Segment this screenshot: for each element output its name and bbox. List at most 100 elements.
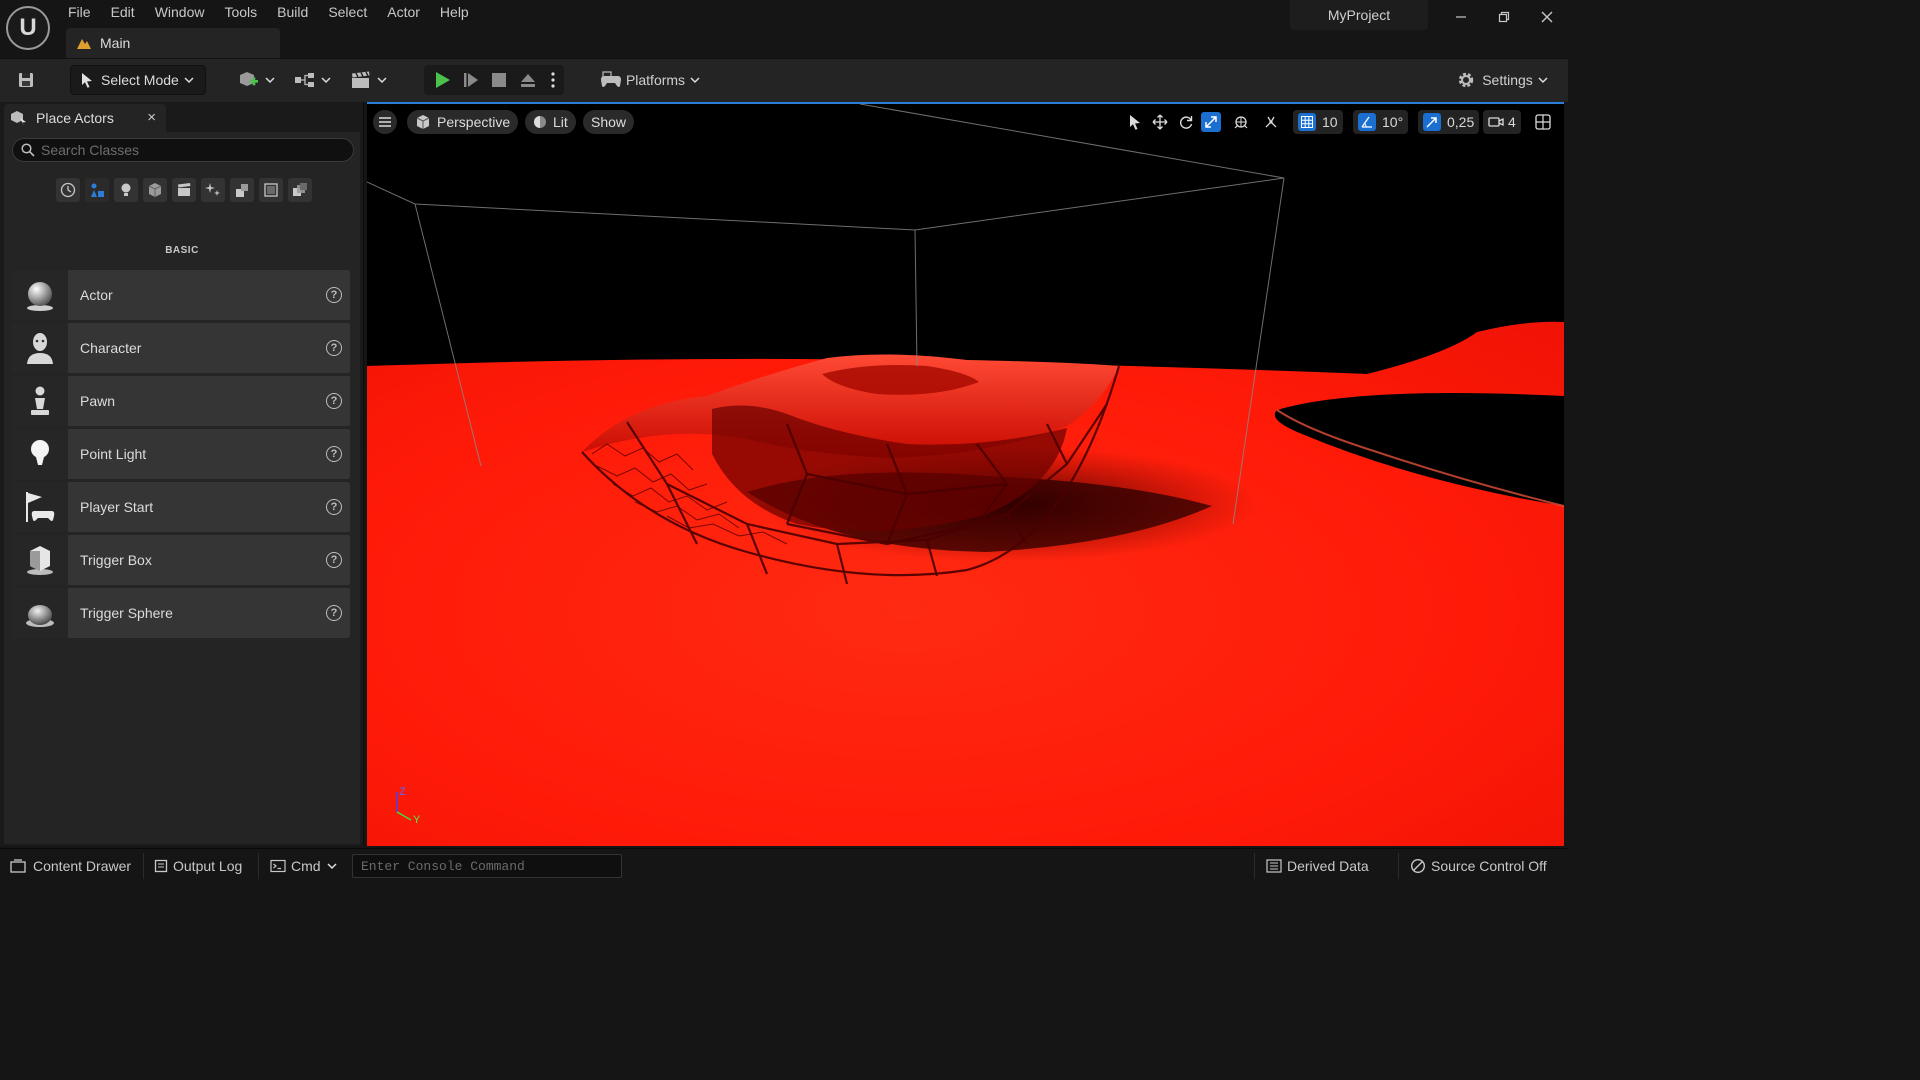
actor-item-player-start[interactable]: Player Start ? xyxy=(12,482,350,532)
add-content-button[interactable] xyxy=(236,65,276,95)
view-mode-perspective-button[interactable]: Perspective xyxy=(407,110,519,134)
category-geometry[interactable] xyxy=(230,178,254,202)
grid-snap-toggle[interactable]: 10 xyxy=(1293,110,1343,134)
view-mode-lit-button[interactable]: Lit xyxy=(525,110,576,134)
scale-tool-button[interactable] xyxy=(1201,110,1221,134)
add-actor-icon xyxy=(239,72,258,86)
scale-snap-toggle[interactable]: 0,25 xyxy=(1418,110,1480,134)
help-icon[interactable]: ? xyxy=(326,605,342,621)
actor-item-trigger-sphere[interactable]: Trigger Sphere ? xyxy=(12,588,350,638)
actor-item-trigger-box[interactable]: Trigger Box ? xyxy=(12,535,350,585)
derived-data-button[interactable]: Derived Data xyxy=(1266,855,1369,877)
show-flags-button[interactable]: Show xyxy=(583,110,635,134)
content-drawer-button[interactable]: Content Drawer xyxy=(10,855,131,877)
close-window-button[interactable] xyxy=(1533,4,1561,30)
category-basic[interactable] xyxy=(85,178,109,202)
world-local-toggle[interactable] xyxy=(1233,110,1249,134)
place-actors-title: Place Actors xyxy=(36,110,114,126)
select-arrow-icon xyxy=(1130,115,1140,130)
rotation-snap-toggle[interactable]: 10° xyxy=(1353,110,1409,134)
menu-select[interactable]: Select xyxy=(318,0,377,26)
unreal-logo[interactable]: U xyxy=(6,6,50,50)
menu-file[interactable]: File xyxy=(58,0,101,26)
category-visual-effects[interactable] xyxy=(201,178,225,202)
settings-label: Settings xyxy=(1482,72,1533,88)
viewport-layout-button[interactable] xyxy=(1535,110,1551,134)
select-mode-dropdown[interactable]: Select Mode xyxy=(70,65,206,95)
surface-snapping-button[interactable] xyxy=(1263,110,1279,134)
close-tab-button[interactable]: × xyxy=(147,109,156,126)
save-button[interactable] xyxy=(12,65,40,95)
category-recent[interactable] xyxy=(56,178,80,202)
console-command-input[interactable] xyxy=(361,855,611,877)
eject-button[interactable] xyxy=(516,68,540,92)
menu-edit[interactable]: Edit xyxy=(101,0,145,26)
platforms-dropdown[interactable]: Platforms xyxy=(596,65,704,95)
project-name: MyProject xyxy=(1290,0,1428,30)
scene-render xyxy=(367,104,1564,846)
chevron-down-icon xyxy=(376,77,387,84)
translate-tool-button[interactable] xyxy=(1152,110,1168,134)
source-control-label: Source Control Off xyxy=(1431,858,1547,874)
close-icon xyxy=(1541,11,1553,23)
camera-speed-button[interactable]: 4 xyxy=(1483,110,1521,134)
cinematics-button[interactable] xyxy=(348,65,388,95)
category-cinematic[interactable] xyxy=(172,178,196,202)
select-mode-label: Select Mode xyxy=(101,72,179,88)
level-tab[interactable]: Main xyxy=(66,28,280,58)
lit-sphere-icon xyxy=(534,116,546,128)
actor-item-actor[interactable]: Actor ? xyxy=(12,270,350,320)
minimize-button[interactable] xyxy=(1447,4,1475,30)
menu-build[interactable]: Build xyxy=(267,0,318,26)
help-icon[interactable]: ? xyxy=(326,340,342,356)
gamepad-icon xyxy=(600,71,621,87)
advance-frame-button[interactable] xyxy=(459,68,483,92)
view-mode-label: Perspective xyxy=(437,114,511,130)
settings-dropdown[interactable]: Settings xyxy=(1452,65,1552,95)
menu-tools[interactable]: Tools xyxy=(214,0,267,26)
actor-item-character[interactable]: Character ? xyxy=(12,323,350,373)
menu-actor[interactable]: Actor xyxy=(377,0,430,26)
play-options-button[interactable] xyxy=(546,68,560,92)
rotate-tool-button[interactable] xyxy=(1178,110,1194,134)
help-icon[interactable]: ? xyxy=(326,499,342,515)
restore-button[interactable] xyxy=(1490,4,1518,30)
stop-button[interactable] xyxy=(487,68,511,92)
source-control-button[interactable]: Source Control Off xyxy=(1410,855,1547,877)
advance-frame-icon xyxy=(464,73,478,87)
category-lights[interactable] xyxy=(114,178,138,202)
actor-item-pawn[interactable]: Pawn ? xyxy=(12,376,350,426)
category-volumes[interactable] xyxy=(259,178,283,202)
category-title: BASIC xyxy=(165,245,199,256)
category-filter-bar xyxy=(56,178,312,202)
menu-window[interactable]: Window xyxy=(145,0,215,26)
blueprints-button[interactable] xyxy=(292,65,332,95)
viewport-options-button[interactable] xyxy=(373,110,397,134)
blueprint-icon xyxy=(294,73,314,87)
place-actors-tab[interactable]: Place Actors × xyxy=(4,104,166,132)
terminal-icon xyxy=(270,859,286,873)
cmd-dropdown[interactable]: Cmd xyxy=(270,855,337,877)
play-controls xyxy=(424,65,564,95)
rotate-icon xyxy=(1180,116,1193,129)
place-actors-body: BASIC Actor ? Character ? Pawn xyxy=(4,132,360,844)
search-icon xyxy=(21,143,35,157)
show-label: Show xyxy=(591,114,627,130)
play-button[interactable] xyxy=(430,68,454,92)
select-tool-button[interactable] xyxy=(1127,110,1143,134)
actor-item-label: Actor xyxy=(80,287,113,303)
search-classes-input[interactable] xyxy=(41,142,341,158)
sphere-icon xyxy=(12,270,68,320)
menu-help[interactable]: Help xyxy=(430,0,479,26)
help-icon[interactable]: ? xyxy=(326,446,342,462)
actor-item-point-light[interactable]: Point Light ? xyxy=(12,429,350,479)
output-log-button[interactable]: Output Log xyxy=(154,855,242,877)
help-icon[interactable]: ? xyxy=(326,552,342,568)
help-icon[interactable]: ? xyxy=(326,393,342,409)
layout-grid-icon xyxy=(1535,114,1551,130)
level-viewport[interactable]: Z Y Perspective Lit Show 10 10° 0,25 4 xyxy=(367,102,1564,846)
category-shapes[interactable] xyxy=(143,178,167,202)
actor-item-label: Character xyxy=(80,340,142,356)
category-all-classes[interactable] xyxy=(288,178,312,202)
help-icon[interactable]: ? xyxy=(326,287,342,303)
